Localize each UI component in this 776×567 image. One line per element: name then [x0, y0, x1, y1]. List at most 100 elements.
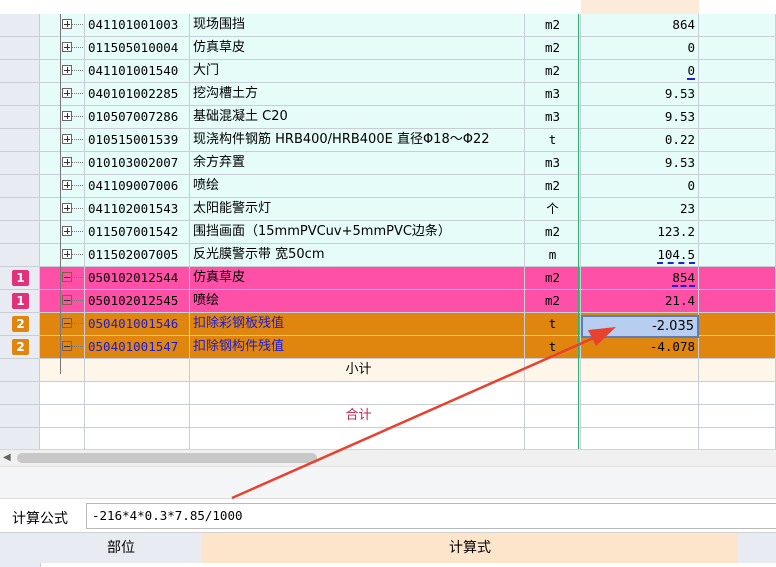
extra-cell[interactable] [699, 221, 776, 244]
item-code[interactable]: 010515001539 [85, 129, 190, 152]
item-name[interactable]: 扣除钢构件残值 [190, 336, 525, 359]
item-quantity[interactable]: 23 [581, 198, 699, 221]
expand-icon[interactable] [62, 226, 72, 236]
extra-cell[interactable] [699, 60, 776, 83]
item-unit[interactable]: m3 [525, 106, 581, 129]
expression-column-header[interactable]: 计算式 [202, 533, 739, 563]
extra-cell[interactable] [699, 37, 776, 60]
scroll-left-icon[interactable]: ◀ [3, 452, 11, 463]
extra-cell[interactable] [699, 267, 776, 290]
row-index-cell[interactable]: 2 [0, 313, 40, 336]
item-unit[interactable]: m2 [525, 14, 581, 37]
table-row[interactable]: 011502007005 反光膜警示带 宽50cm m 104.5 [0, 244, 776, 267]
item-name[interactable]: 喷绘 [190, 290, 525, 313]
table-row[interactable]: 010507007286 基础混凝土 C20 m3 9.53 [0, 106, 776, 129]
item-name[interactable]: 大门 [190, 60, 525, 83]
expand-icon[interactable] [62, 19, 72, 29]
table-row[interactable]: 1 050102012545 喷绘 m2 21.4 [0, 290, 776, 313]
item-name[interactable]: 扣除彩钢板残值 [190, 313, 525, 336]
extra-cell[interactable] [699, 244, 776, 267]
extra-cell[interactable] [699, 336, 776, 359]
item-name[interactable]: 围挡画面（15mmPVCuv+5mmPVC边条） [190, 221, 525, 244]
position-column-header[interactable]: 部位 [40, 533, 203, 563]
row-index-cell[interactable] [0, 244, 40, 267]
item-name[interactable]: 挖沟槽土方 [190, 83, 525, 106]
item-quantity[interactable]: 0 [581, 175, 699, 198]
item-code[interactable]: 040101002285 [85, 83, 190, 106]
item-code[interactable]: 041101001003 [85, 14, 190, 37]
table-row[interactable]: 011507001542 围挡画面（15mmPVCuv+5mmPVC边条） m2 12… [0, 221, 776, 244]
tree-cell[interactable] [40, 60, 85, 83]
item-name[interactable]: 余方弃置 [190, 152, 525, 175]
collapse-icon[interactable] [62, 341, 72, 351]
row-index-cell[interactable] [0, 106, 40, 129]
table-row[interactable]: 040101002285 挖沟槽土方 m3 9.53 [0, 83, 776, 106]
row-index-cell[interactable] [0, 198, 40, 221]
item-quantity[interactable]: 9.53 [581, 83, 699, 106]
table-row[interactable]: 011505010004 仿真草皮 m2 0 [0, 37, 776, 60]
collapse-icon[interactable] [62, 272, 72, 282]
tree-cell[interactable] [40, 244, 85, 267]
expand-icon[interactable] [62, 111, 72, 121]
row-index-cell[interactable]: 1 [0, 267, 40, 290]
tree-cell[interactable] [40, 152, 85, 175]
item-code[interactable]: 050102012544 [85, 267, 190, 290]
item-name[interactable]: 现浇构件钢筋 HRB400/HRB400E 直径Φ18～Φ22 [190, 129, 525, 152]
horizontal-scrollbar[interactable]: ◀ [0, 449, 776, 466]
table-row[interactable]: 1 050102012544 仿真草皮 m2 854 [0, 267, 776, 290]
item-name[interactable]: 仿真草皮 [190, 267, 525, 290]
item-quantity[interactable]: 0 [581, 37, 699, 60]
extra-cell[interactable] [699, 198, 776, 221]
row-index-cell[interactable] [0, 152, 40, 175]
item-unit[interactable]: m2 [525, 290, 581, 313]
table-row[interactable]: 2 050401001547 扣除钢构件残值 t -4.078 [0, 336, 776, 359]
row-index-cell[interactable]: 2 [0, 336, 40, 359]
tree-cell[interactable] [40, 198, 85, 221]
item-unit[interactable]: m2 [525, 221, 581, 244]
tree-cell[interactable] [40, 290, 85, 313]
tree-cell[interactable] [40, 267, 85, 290]
extra-cell[interactable] [699, 83, 776, 106]
item-quantity[interactable]: 854 [581, 267, 699, 290]
tree-cell[interactable] [40, 129, 85, 152]
collapse-icon[interactable] [62, 318, 72, 328]
item-unit[interactable]: t [525, 129, 581, 152]
extra-cell[interactable] [699, 14, 776, 37]
expand-icon[interactable] [62, 180, 72, 190]
tree-cell[interactable] [40, 37, 85, 60]
table-row[interactable]: 041101001003 现场围挡 m2 864 [0, 14, 776, 37]
tree-cell[interactable] [40, 175, 85, 198]
table-row[interactable]: 010103002007 余方弃置 m3 9.53 [0, 152, 776, 175]
tree-cell[interactable] [40, 221, 85, 244]
extra-cell[interactable] [699, 152, 776, 175]
item-unit[interactable]: 个 [525, 198, 581, 221]
tree-cell[interactable] [40, 336, 85, 359]
expand-icon[interactable] [62, 65, 72, 75]
item-unit[interactable]: m2 [525, 267, 581, 290]
item-quantity[interactable]: 0 [581, 60, 699, 83]
item-code[interactable]: 041109007006 [85, 175, 190, 198]
item-code[interactable]: 011505010004 [85, 37, 190, 60]
tree-cell[interactable] [40, 313, 85, 336]
item-code[interactable]: 010507007286 [85, 106, 190, 129]
item-code[interactable]: 041101001540 [85, 60, 190, 83]
row-index-cell[interactable] [0, 129, 40, 152]
item-code[interactable]: 011507001542 [85, 221, 190, 244]
tree-cell[interactable] [40, 14, 85, 37]
row-index-cell[interactable] [0, 83, 40, 106]
row-index-cell[interactable] [0, 221, 40, 244]
item-quantity[interactable]: 21.4 [581, 290, 699, 313]
item-quantity[interactable]: -4.078 [581, 336, 699, 359]
item-quantity[interactable]: 123.2 [581, 221, 699, 244]
item-name[interactable]: 仿真草皮 [190, 37, 525, 60]
row-index-cell[interactable]: 1 [0, 290, 40, 313]
item-unit[interactable]: t [525, 336, 581, 359]
extra-cell[interactable] [699, 313, 776, 336]
item-unit[interactable]: t [525, 313, 581, 336]
row-index-cell[interactable] [0, 175, 40, 198]
extra-cell[interactable] [699, 290, 776, 313]
formula-input[interactable]: -216*4*0.3*7.85/1000 [86, 503, 776, 529]
collapse-icon[interactable] [62, 295, 72, 305]
expand-icon[interactable] [62, 88, 72, 98]
item-unit[interactable]: m2 [525, 60, 581, 83]
